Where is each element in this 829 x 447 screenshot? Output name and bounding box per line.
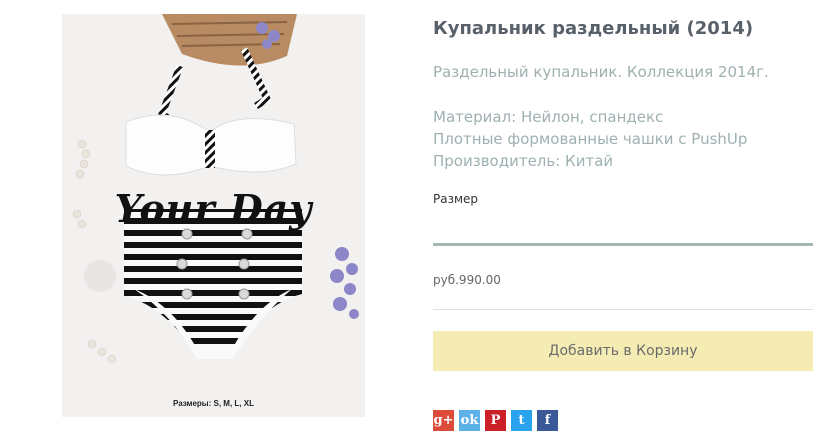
product-image[interactable]: Your Day Размеры: S, M, L, XL	[62, 14, 365, 417]
facebook-icon[interactable]: f	[537, 410, 558, 431]
spec-manufacturer: Производитель: Китай	[433, 152, 614, 170]
size-label: Размер	[433, 192, 479, 206]
size-select[interactable]	[433, 210, 813, 246]
divider	[433, 309, 813, 310]
product-price: руб.990.00	[433, 273, 501, 287]
product-title: Купальник раздельный (2014)	[433, 18, 754, 39]
twitter-icon[interactable]: t	[511, 410, 532, 431]
image-caption: Размеры: S, M, L, XL	[173, 399, 254, 408]
spec-material: Материал: Нейлон, спандекс	[433, 108, 664, 126]
share-buttons: g+ ok P t f	[433, 410, 558, 431]
product-specs: Материал: Нейлон, спандекс Плотные формо…	[433, 106, 747, 172]
pinterest-icon[interactable]: P	[485, 410, 506, 431]
add-to-cart-button[interactable]: Добавить в Корзину	[433, 331, 813, 371]
product-short-description: Раздельный купальник. Коллекция 2014г.	[433, 63, 769, 81]
spec-cups: Плотные формованные чашки с PushUp	[433, 130, 748, 148]
image-watermark: Your Day	[114, 186, 313, 231]
google-plus-icon[interactable]: g+	[433, 410, 454, 431]
odnoklassniki-icon[interactable]: ok	[459, 410, 480, 431]
